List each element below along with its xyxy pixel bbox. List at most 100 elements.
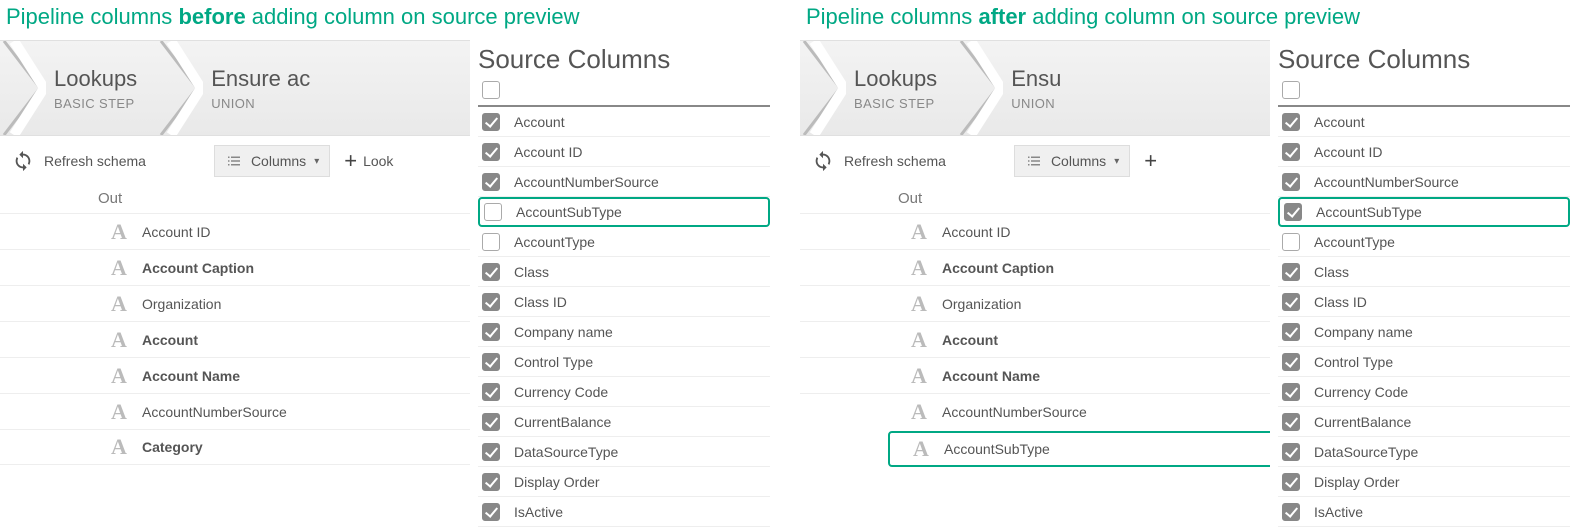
column-checkbox[interactable] [482,353,500,371]
text-type-icon: A [108,291,130,317]
column-checkbox[interactable] [1282,143,1300,161]
source-column-name: Control Type [514,354,593,370]
source-column-row: DataSourceType [1278,437,1570,467]
step-title: Ensure ac [211,66,310,92]
chevron-icon [157,41,203,135]
column-checkbox[interactable] [1282,323,1300,341]
column-checkbox[interactable] [482,173,500,191]
out-column-name: AccountSubType [944,441,1050,457]
column-checkbox[interactable] [1282,383,1300,401]
step-lookups[interactable]: Lookups BASIC STEP [46,56,157,121]
source-column-name: Class [1314,264,1349,280]
columns-dropdown-button[interactable]: Columns ▾ [1014,145,1130,177]
column-checkbox[interactable] [1282,263,1300,281]
column-checkbox[interactable] [482,143,500,161]
column-checkbox[interactable] [482,323,500,341]
source-column-name: AccountType [514,234,595,250]
source-column-row: CurrentBalance [1278,407,1570,437]
list-icon [1025,152,1043,170]
source-column-row: Company name [1278,317,1570,347]
source-column-name: CurrentBalance [514,414,611,430]
caption-before: Pipeline columns before adding column on… [0,0,770,40]
source-column-row: AccountType [478,227,770,257]
refresh-icon [12,150,34,172]
step-subtitle: BASIC STEP [854,96,935,111]
column-checkbox[interactable] [482,113,500,131]
column-checkbox[interactable] [1282,473,1300,491]
step-lookups[interactable]: Lookups BASIC STEP [846,56,957,121]
step-ensure[interactable]: Ensure ac UNION [203,56,330,121]
text-type-icon: A [908,363,930,389]
source-column-row: AccountType [1278,227,1570,257]
source-columns-title: Source Columns [478,44,770,79]
source-column-name: Display Order [514,474,600,490]
column-checkbox[interactable] [1284,203,1302,221]
source-column-row: IsActive [1278,497,1570,527]
out-column-name: Organization [142,296,221,312]
add-button[interactable]: + [1144,148,1157,174]
columns-dropdown-button[interactable]: Columns ▾ [214,145,330,177]
refresh-schema-button[interactable]: Refresh schema [12,150,146,172]
source-column-name: AccountNumberSource [1314,174,1459,190]
source-column-name: DataSourceType [1314,444,1418,460]
source-column-row: Class [1278,257,1570,287]
column-checkbox[interactable] [482,383,500,401]
source-columns-panel: Source Columns AccountAccount IDAccountN… [470,40,770,527]
column-checkbox[interactable] [1282,233,1300,251]
source-column-name: IsActive [514,504,563,520]
source-column-row: AccountSubType [1278,197,1570,227]
column-checkbox[interactable] [482,443,500,461]
column-checkbox[interactable] [1282,113,1300,131]
caption-bold: before [178,4,245,29]
out-column-name: Account Caption [142,260,254,276]
source-column-row: Company name [478,317,770,347]
column-checkbox[interactable] [482,503,500,521]
refresh-label: Refresh schema [44,153,146,169]
column-checkbox[interactable] [1282,293,1300,311]
caption-text: Pipeline columns [6,4,178,29]
source-columns-title: Source Columns [1278,44,1570,79]
step-title: Lookups [854,66,937,92]
source-column-row: IsActive [478,497,770,527]
list-icon [225,152,243,170]
out-column-name: Account [942,332,998,348]
select-all-checkbox[interactable] [1282,81,1300,99]
step-title: Ensu [1011,66,1061,92]
out-column-name: AccountNumberSource [142,404,287,420]
column-checkbox[interactable] [482,263,500,281]
out-column-name: Account [142,332,198,348]
text-type-icon: A [908,219,930,245]
column-checkbox[interactable] [482,413,500,431]
step-subtitle: UNION [1011,96,1055,111]
text-type-icon: A [108,327,130,353]
refresh-icon [812,150,834,172]
source-column-name: Account [1314,114,1365,130]
refresh-schema-button[interactable]: Refresh schema [812,150,946,172]
out-column-name: Account ID [942,224,1010,240]
out-column-name: Account Caption [942,260,1054,276]
source-column-row: DataSourceType [478,437,770,467]
column-checkbox[interactable] [484,203,502,221]
column-checkbox[interactable] [1282,503,1300,521]
column-checkbox[interactable] [1282,173,1300,191]
source-column-name: Currency Code [514,384,608,400]
select-all-checkbox[interactable] [482,81,500,99]
add-label: Look [363,153,393,169]
source-column-row: Account ID [1278,137,1570,167]
column-checkbox[interactable] [482,473,500,491]
column-checkbox[interactable] [1282,353,1300,371]
caption-bold: after [978,4,1026,29]
column-checkbox[interactable] [482,293,500,311]
step-ensure[interactable]: Ensu UNION [1003,56,1081,121]
chevron-icon [0,41,46,135]
column-checkbox[interactable] [482,233,500,251]
source-columns-list: Account Account ID AccountNumberSource Acco… [1278,107,1570,527]
add-lookup-button[interactable]: + Look [344,148,393,174]
column-checkbox[interactable] [1282,443,1300,461]
source-column-row: Account ID [478,137,770,167]
source-columns-panel: Source Columns Account Account ID AccountN… [1270,40,1570,527]
source-column-row: Class ID [1278,287,1570,317]
columns-label: Columns [1051,153,1106,169]
source-column-row: AccountNumberSource [478,167,770,197]
column-checkbox[interactable] [1282,413,1300,431]
